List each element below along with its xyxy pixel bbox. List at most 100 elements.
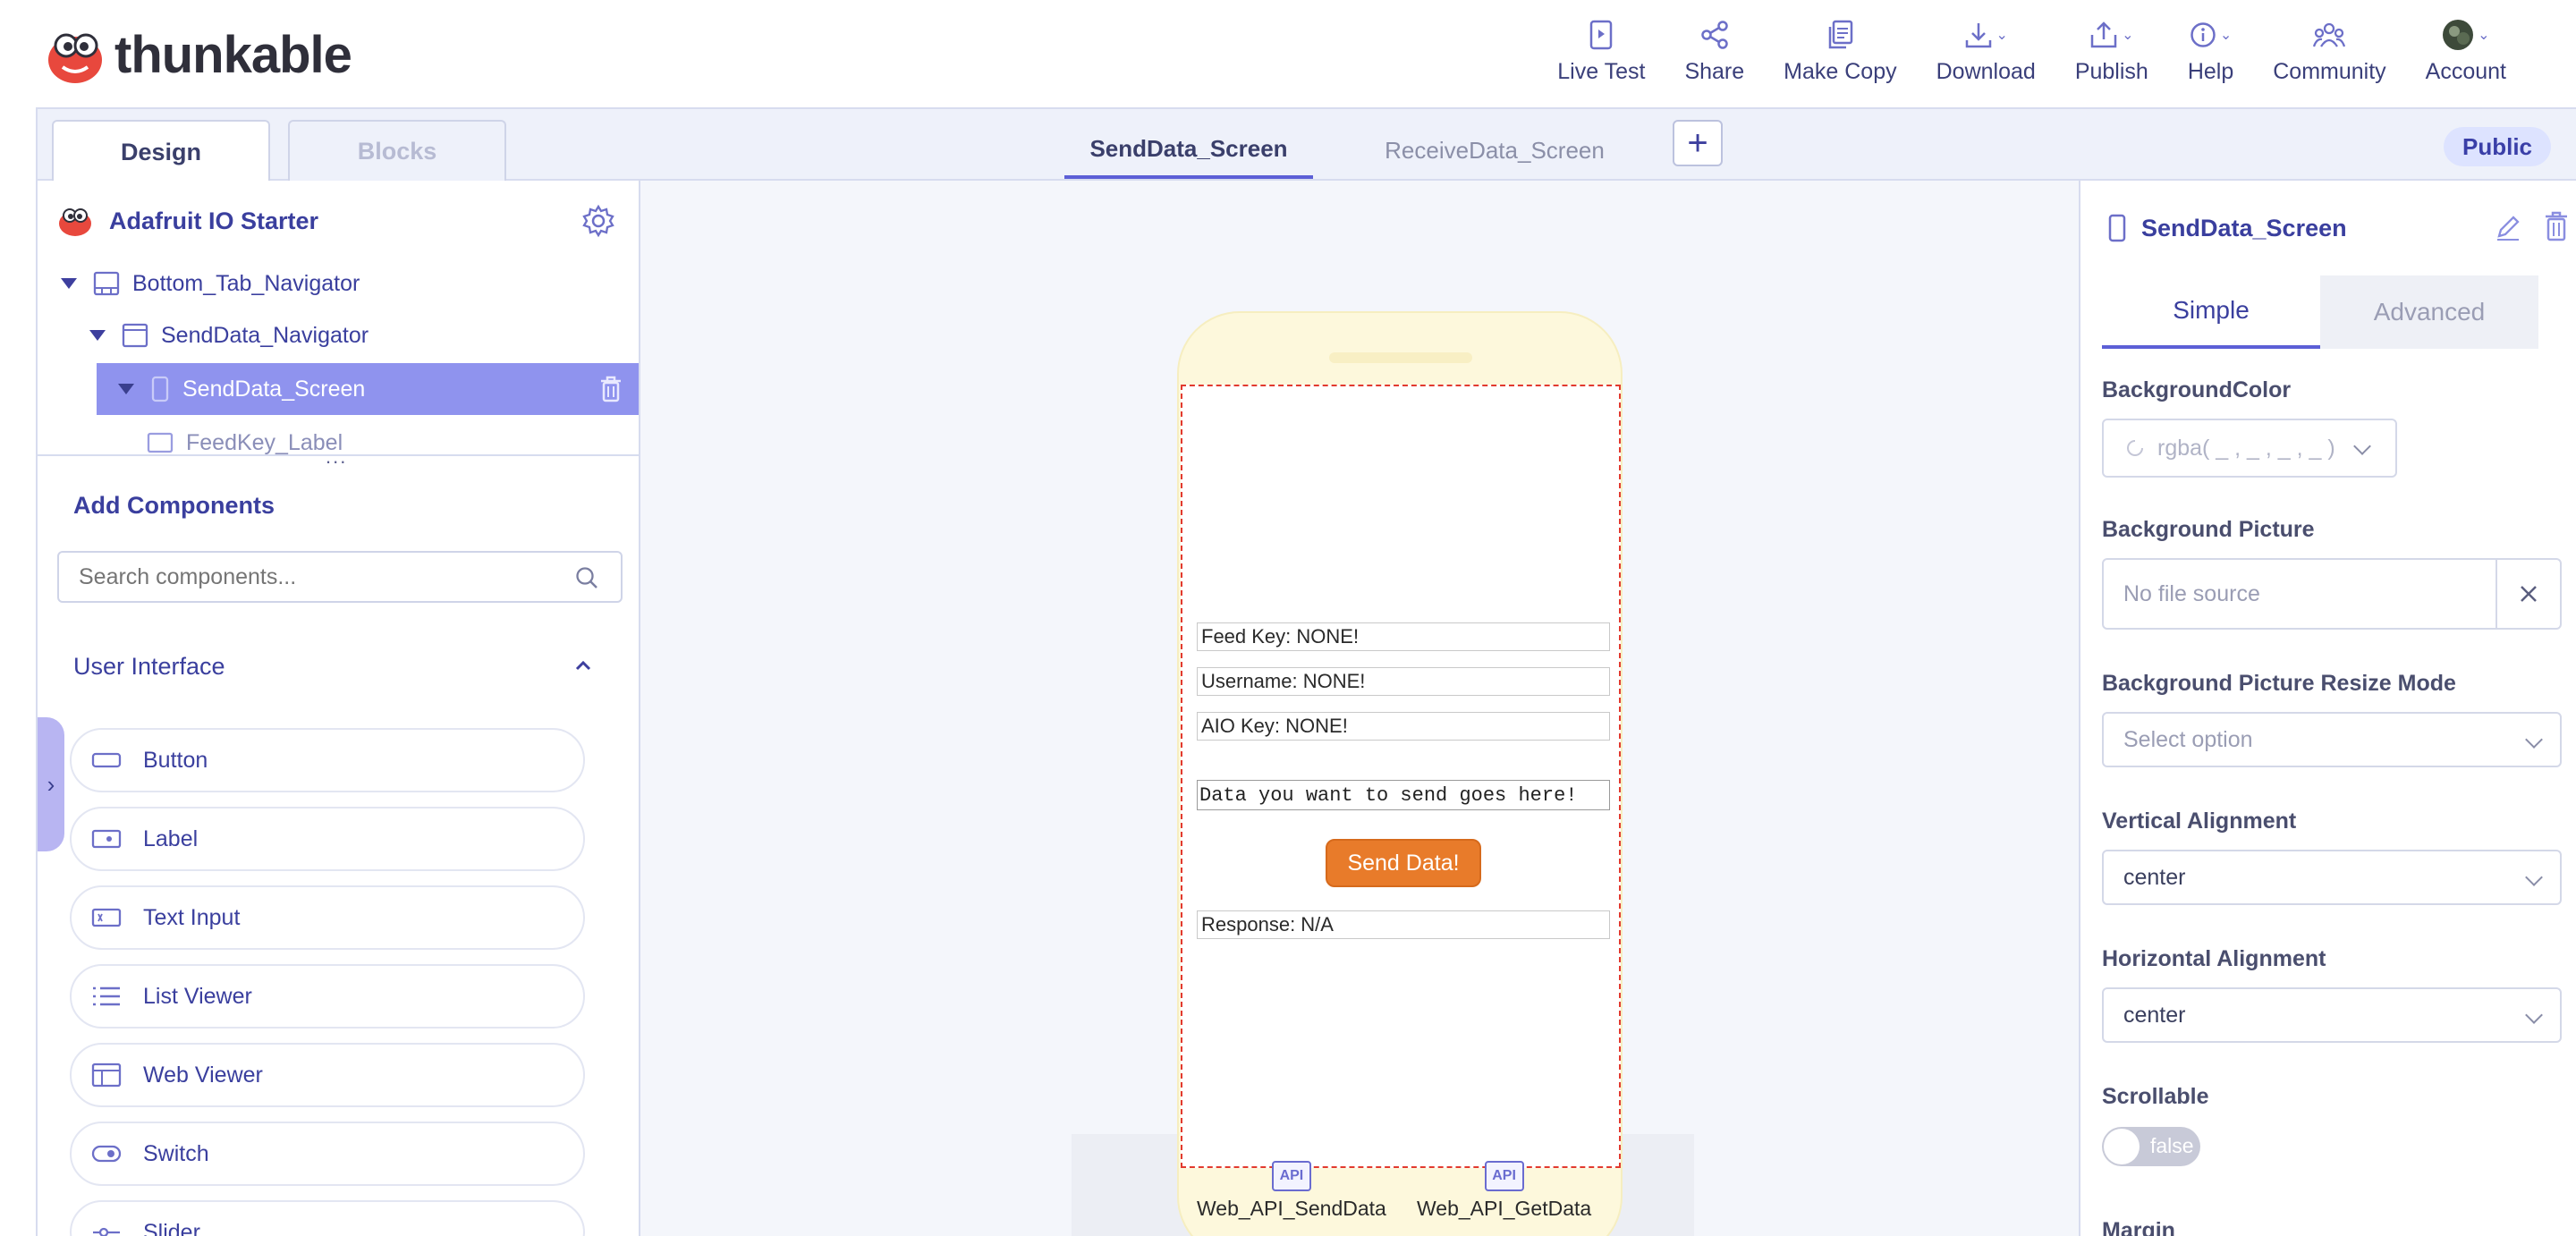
list-icon — [93, 986, 120, 1006]
trash-icon[interactable] — [2544, 211, 2569, 241]
tab-simple[interactable]: Simple — [2102, 275, 2320, 349]
tab-advanced[interactable]: Advanced — [2320, 275, 2538, 349]
label-icon — [91, 829, 122, 849]
project-name: Adafruit IO Starter — [109, 207, 319, 234]
senddata-screen-preview[interactable]: Feed Key: NONE! Username: NONE! AIO Key:… — [1181, 385, 1621, 1168]
component-slider[interactable]: Slider — [70, 1200, 585, 1236]
background-picture-value: No file source — [2123, 581, 2260, 606]
web-viewer-icon — [91, 1062, 122, 1088]
username-label[interactable]: Username: NONE! — [1197, 667, 1610, 696]
tree-item-senddata-navigator[interactable]: SendData_Navigator — [89, 309, 626, 361]
scrollable-toggle[interactable]: false — [2102, 1127, 2200, 1166]
community-button[interactable]: Community — [2253, 16, 2405, 88]
share-button[interactable]: Share — [1665, 16, 1764, 88]
switch-icon — [91, 1145, 122, 1163]
publish-button[interactable]: ⌄ Publish — [2055, 16, 2168, 88]
tab-navigator-icon — [93, 271, 120, 296]
tree-item-label: FeedKey_Label — [186, 429, 343, 455]
component-button[interactable]: Button — [70, 728, 585, 792]
margin-label: Margin — [2102, 1218, 2175, 1236]
tree-item-bottom-tab-navigator[interactable]: Bottom_Tab_Navigator — [61, 258, 633, 309]
search-icon — [576, 567, 597, 588]
user-interface-section-title[interactable]: User Interface — [73, 653, 225, 681]
feedkey-label[interactable]: Feed Key: NONE! — [1197, 622, 1610, 651]
thunkable-logo[interactable]: thunkable — [45, 25, 352, 85]
project-row[interactable]: Adafruit IO Starter — [57, 200, 630, 241]
background-picture-label: Background Picture — [2102, 517, 2315, 542]
component-switch[interactable]: Switch — [70, 1122, 585, 1186]
tab-design[interactable]: Design — [52, 120, 270, 182]
share-icon — [1701, 21, 1728, 49]
expand-triangle-icon — [118, 384, 134, 394]
web-api-senddata[interactable]: API Web_API_SendData — [1197, 1161, 1386, 1221]
web-api-getdata[interactable]: API Web_API_GetData — [1417, 1161, 1591, 1221]
component-label: Slider — [143, 1219, 200, 1236]
expand-triangle-icon — [61, 278, 77, 289]
top-actions: Live Test Share Make Copy ⌄ Download ⌄ P… — [1538, 16, 2526, 88]
resize-mode-value: Select option — [2123, 726, 2253, 752]
vertical-alignment-select[interactable]: center — [2102, 850, 2562, 905]
background-color-picker[interactable]: rgba( _ , _ , _ , _ ) — [2102, 419, 2397, 478]
tree-item-label: SendData_Screen — [182, 376, 366, 402]
live-test-button[interactable]: Live Test — [1538, 16, 1665, 88]
background-picture-field[interactable]: No file source — [2102, 558, 2562, 630]
public-badge[interactable]: Public — [2444, 127, 2551, 166]
api-icon: API — [1484, 1161, 1524, 1191]
data-text-input[interactable]: Data you want to send goes here! — [1197, 780, 1610, 810]
tab-blocks[interactable]: Blocks — [288, 120, 506, 181]
live-test-label: Live Test — [1557, 59, 1646, 84]
make-copy-button[interactable]: Make Copy — [1764, 16, 1916, 88]
screen-tab-receivedata[interactable]: ReceiveData_Screen — [1377, 122, 1612, 179]
stack-navigator-icon — [122, 323, 148, 348]
help-label: Help — [2187, 59, 2234, 84]
community-icon — [2313, 22, 2346, 47]
tree-item-senddata-screen[interactable]: SendData_Screen — [97, 363, 639, 415]
tree-item-feedkey-label[interactable]: FeedKey_Label — [147, 417, 630, 455]
chevron-up-icon[interactable] — [574, 658, 592, 673]
publish-icon — [2090, 21, 2117, 48]
component-label[interactable]: Label — [70, 807, 585, 871]
response-label[interactable]: Response: N/A — [1197, 910, 1610, 939]
component-web-viewer[interactable]: Web Viewer — [70, 1043, 585, 1107]
aiokey-label[interactable]: AIO Key: NONE! — [1197, 712, 1610, 741]
resize-mode-label: Background Picture Resize Mode — [2102, 671, 2456, 696]
resize-mode-select[interactable]: Select option — [2102, 712, 2562, 767]
expand-triangle-icon — [89, 330, 106, 341]
component-text-input[interactable]: Text Input — [70, 885, 585, 950]
chevron-down-icon — [2525, 868, 2543, 886]
component-label: Label — [143, 825, 199, 851]
chevron-down-icon — [2353, 437, 2371, 455]
download-button[interactable]: ⌄ Download — [1917, 16, 2055, 88]
make-copy-label: Make Copy — [1784, 59, 1897, 84]
horizontal-alignment-value: center — [2123, 1002, 2186, 1028]
add-components-title: Add Components — [73, 492, 275, 519]
search-components-input[interactable] — [57, 551, 623, 603]
expand-left-panel-button[interactable]: › — [38, 717, 64, 851]
chevron-right-icon: › — [47, 770, 55, 798]
horizontal-alignment-select[interactable]: center — [2102, 987, 2562, 1043]
info-icon — [2190, 22, 2216, 47]
help-button[interactable]: ⌄ Help — [2168, 16, 2253, 88]
add-screen-button[interactable]: + — [1673, 120, 1723, 166]
resize-handle[interactable]: ... — [326, 445, 347, 469]
live-test-icon — [1590, 20, 1613, 50]
tree-item-label: SendData_Navigator — [161, 322, 369, 348]
account-button[interactable]: ⌄ Account — [2406, 16, 2526, 88]
editor-frame: Design Blocks SendData_Screen ReceiveDat… — [36, 107, 2576, 1236]
download-label: Download — [1936, 59, 2036, 84]
screen-tab-senddata[interactable]: SendData_Screen — [1064, 122, 1313, 179]
send-data-button[interactable]: Send Data! — [1326, 839, 1481, 887]
logo-text: thunkable — [114, 26, 352, 84]
component-list-viewer[interactable]: List Viewer — [70, 964, 585, 1029]
left-panel: Adafruit IO Starter Bottom_Tab_Navigator… — [38, 181, 640, 1236]
design-canvas[interactable]: Feed Key: NONE! Username: NONE! AIO Key:… — [642, 181, 2114, 1236]
slider-icon — [93, 1227, 120, 1236]
component-label: List Viewer — [143, 983, 252, 1009]
edit-pencil-icon[interactable] — [2494, 213, 2522, 241]
trash-icon[interactable] — [599, 376, 623, 402]
community-label: Community — [2273, 59, 2386, 84]
project-settings-button[interactable] — [581, 204, 615, 242]
component-label: Web Viewer — [143, 1062, 263, 1088]
properties-panel: SendData_Screen Simple Advanced Backgrou… — [2079, 181, 2576, 1236]
clear-file-button[interactable] — [2496, 560, 2560, 628]
